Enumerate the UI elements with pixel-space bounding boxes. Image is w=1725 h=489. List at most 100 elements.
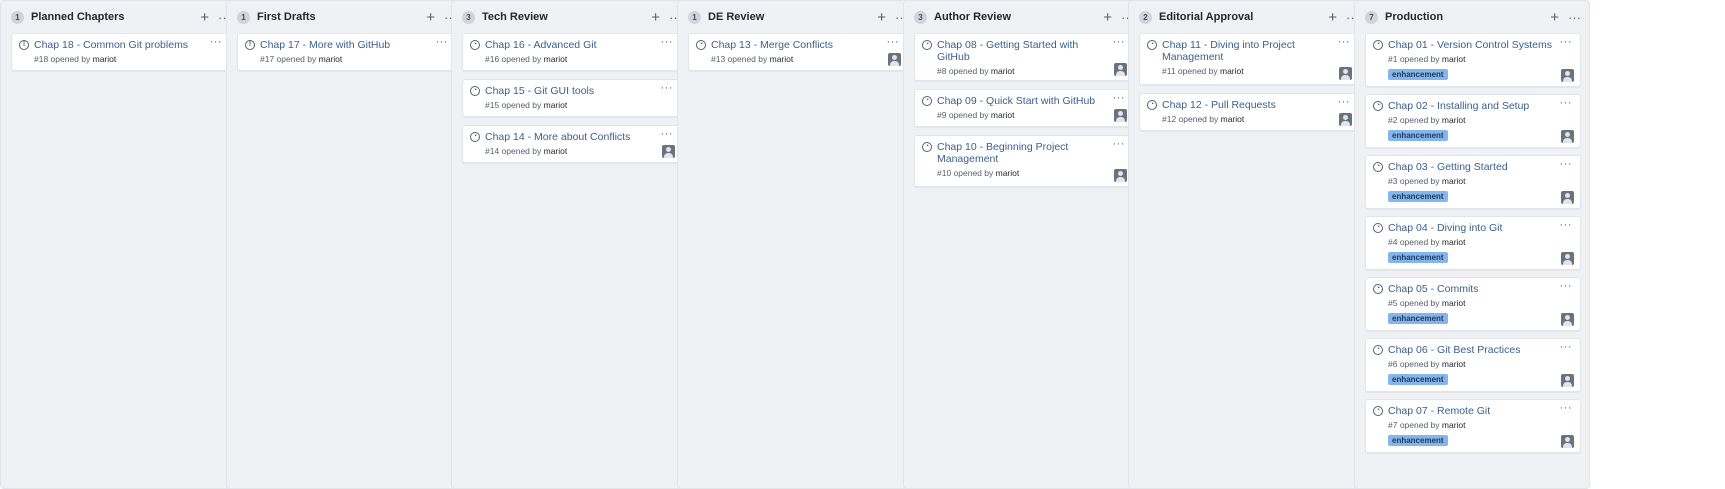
plus-icon[interactable]: + [877, 10, 886, 25]
card-menu-icon[interactable]: ··· [436, 37, 449, 48]
issue-card[interactable]: ◔ Chap 02 - Installing and Setup #2 open… [1365, 94, 1581, 148]
assignee-avatar[interactable] [1561, 130, 1574, 143]
issue-card[interactable]: ◔ Chap 10 - Beginning Project Management… [914, 135, 1134, 187]
issue-card[interactable]: ◔ Chap 09 - Quick Start with GitHub #9 o… [914, 89, 1134, 127]
issue-author-link[interactable]: mariot [544, 54, 568, 64]
card-menu-icon[interactable]: ··· [1560, 281, 1573, 292]
issue-author-link[interactable]: mariot [1442, 359, 1466, 369]
issue-title-link[interactable]: Chap 11 - Diving into Project Management [1162, 39, 1334, 63]
issue-author-link[interactable]: mariot [1442, 176, 1466, 186]
issue-author-link[interactable]: mariot [1442, 420, 1466, 430]
issue-title-link[interactable]: Chap 08 - Getting Started with GitHub [937, 39, 1109, 63]
enhancement-label[interactable]: enhancement [1388, 191, 1448, 202]
card-menu-icon[interactable]: ··· [1560, 37, 1573, 48]
assignee-avatar[interactable] [1561, 191, 1574, 204]
assignee-avatar[interactable] [1339, 113, 1352, 126]
issue-card[interactable]: ◔ Chap 05 - Commits #5 opened by mariot … [1365, 277, 1581, 331]
issue-author-link[interactable]: mariot [1221, 114, 1245, 124]
card-menu-icon[interactable]: ··· [1560, 159, 1573, 170]
issue-title-link[interactable]: Chap 03 - Getting Started [1388, 161, 1556, 173]
card-menu-icon[interactable]: ··· [1560, 220, 1573, 231]
issue-author-link[interactable]: mariot [93, 54, 117, 64]
assignee-avatar[interactable] [662, 145, 675, 158]
plus-icon[interactable]: + [200, 10, 209, 25]
card-menu-icon[interactable]: ··· [1113, 93, 1126, 104]
card-menu-icon[interactable]: ··· [1113, 37, 1126, 48]
issue-card[interactable]: ◔ Chap 12 - Pull Requests #12 opened by … [1139, 93, 1359, 131]
plus-icon[interactable]: + [1103, 10, 1112, 25]
issue-title-link[interactable]: Chap 02 - Installing and Setup [1388, 100, 1556, 112]
assignee-avatar[interactable] [1561, 252, 1574, 265]
issue-card[interactable]: ◔ Chap 13 - Merge Conflicts #13 opened b… [688, 33, 908, 71]
enhancement-label[interactable]: enhancement [1388, 130, 1448, 141]
issue-author-link[interactable]: mariot [991, 66, 1015, 76]
issue-author-link[interactable]: mariot [770, 54, 794, 64]
plus-icon[interactable]: + [1550, 10, 1559, 25]
assignee-avatar[interactable] [1114, 63, 1127, 76]
issue-title-link[interactable]: Chap 14 - More about Conflicts [485, 131, 657, 143]
enhancement-label[interactable]: enhancement [1388, 69, 1448, 80]
issue-title-link[interactable]: Chap 09 - Quick Start with GitHub [937, 95, 1109, 107]
issue-author-link[interactable]: mariot [319, 54, 343, 64]
issue-title-link[interactable]: Chap 12 - Pull Requests [1162, 99, 1334, 111]
assignee-avatar[interactable] [1114, 169, 1127, 182]
issue-card[interactable]: ◔ Chap 07 - Remote Git #7 opened by mari… [1365, 399, 1581, 453]
assignee-avatar[interactable] [1561, 374, 1574, 387]
enhancement-label[interactable]: enhancement [1388, 252, 1448, 263]
issue-title-link[interactable]: Chap 01 - Version Control Systems [1388, 39, 1556, 51]
issue-title-link[interactable]: Chap 18 - Common Git problems [34, 39, 206, 51]
issue-title-link[interactable]: Chap 15 - Git GUI tools [485, 85, 657, 97]
issue-title-link[interactable]: Chap 06 - Git Best Practices [1388, 344, 1556, 356]
issue-title-link[interactable]: Chap 05 - Commits [1388, 283, 1556, 295]
issue-card[interactable]: ◔ Chap 06 - Git Best Practices #6 opened… [1365, 338, 1581, 392]
card-menu-icon[interactable]: ··· [1338, 97, 1351, 108]
issue-title-link[interactable]: Chap 16 - Advanced Git [485, 39, 657, 51]
issue-card[interactable]: ◔ Chap 15 - Git GUI tools #15 opened by … [462, 79, 682, 117]
card-menu-icon[interactable]: ··· [1560, 403, 1573, 414]
enhancement-label[interactable]: enhancement [1388, 313, 1448, 324]
issue-title-link[interactable]: Chap 17 - More with GitHub [260, 39, 432, 51]
issue-author-link[interactable]: mariot [544, 146, 568, 156]
issue-title-link[interactable]: Chap 07 - Remote Git [1388, 405, 1556, 417]
issue-author-link[interactable]: mariot [996, 168, 1020, 178]
card-menu-icon[interactable]: ··· [1560, 342, 1573, 353]
assignee-avatar[interactable] [888, 53, 901, 66]
assignee-avatar[interactable] [1339, 67, 1352, 80]
card-menu-icon[interactable]: ··· [1113, 139, 1126, 150]
assignee-avatar[interactable] [1114, 109, 1127, 122]
issue-card[interactable]: ◔ Chap 11 - Diving into Project Manageme… [1139, 33, 1359, 85]
card-menu-icon[interactable]: ··· [1338, 37, 1351, 48]
issue-author-link[interactable]: mariot [1442, 54, 1466, 64]
issue-card[interactable]: ◔ Chap 03 - Getting Started #3 opened by… [1365, 155, 1581, 209]
issue-card[interactable]: ◔ Chap 14 - More about Conflicts #14 ope… [462, 125, 682, 163]
issue-author-link[interactable]: mariot [1442, 298, 1466, 308]
card-menu-icon[interactable]: ··· [1560, 98, 1573, 109]
issue-card[interactable]: ◔ Chap 04 - Diving into Git #4 opened by… [1365, 216, 1581, 270]
card-menu-icon[interactable]: ··· [887, 37, 900, 48]
card-menu-icon[interactable]: ··· [210, 37, 223, 48]
issue-author-link[interactable]: mariot [991, 110, 1015, 120]
plus-icon[interactable]: + [1328, 10, 1337, 25]
assignee-avatar[interactable] [1561, 313, 1574, 326]
card-menu-icon[interactable]: ··· [661, 37, 674, 48]
issue-author-link[interactable]: mariot [544, 100, 568, 110]
enhancement-label[interactable]: enhancement [1388, 435, 1448, 446]
assignee-avatar[interactable] [1561, 69, 1574, 82]
plus-icon[interactable]: + [651, 10, 660, 25]
kebab-menu-icon[interactable]: ··· [1568, 11, 1581, 24]
issue-author-link[interactable]: mariot [1442, 237, 1466, 247]
issue-author-link[interactable]: mariot [1442, 115, 1466, 125]
plus-icon[interactable]: + [426, 10, 435, 25]
card-menu-icon[interactable]: ··· [661, 83, 674, 94]
issue-card[interactable]: ◔ Chap 16 - Advanced Git #16 opened by m… [462, 33, 682, 71]
issue-title-link[interactable]: Chap 10 - Beginning Project Management [937, 141, 1109, 165]
issue-card[interactable]: ! Chap 18 - Common Git problems #18 open… [11, 33, 231, 71]
issue-card[interactable]: ◔ Chap 01 - Version Control Systems #1 o… [1365, 33, 1581, 87]
issue-title-link[interactable]: Chap 13 - Merge Conflicts [711, 39, 883, 51]
issue-card[interactable]: ! Chap 17 - More with GitHub #17 opened … [237, 33, 457, 71]
issue-title-link[interactable]: Chap 04 - Diving into Git [1388, 222, 1556, 234]
issue-author-link[interactable]: mariot [1220, 66, 1244, 76]
assignee-avatar[interactable] [1561, 435, 1574, 448]
enhancement-label[interactable]: enhancement [1388, 374, 1448, 385]
issue-card[interactable]: ◔ Chap 08 - Getting Started with GitHub … [914, 33, 1134, 81]
